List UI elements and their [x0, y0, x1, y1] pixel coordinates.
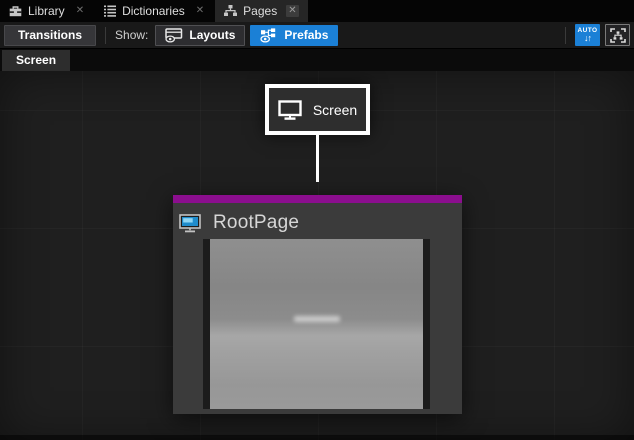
toolbox-icon: [9, 6, 22, 17]
tab-library[interactable]: Library ✕: [0, 0, 95, 22]
page-thumbnail: [203, 239, 430, 409]
thumbnail-text-smudge: [294, 316, 340, 322]
transitions-button[interactable]: Transitions: [4, 25, 96, 46]
breadcrumb-screen-tab[interactable]: Screen: [2, 50, 70, 71]
close-icon[interactable]: ✕: [194, 5, 206, 17]
thumbnail-left-bar: [203, 239, 210, 409]
tab-label: Pages: [243, 4, 277, 18]
thumbnail-image: [210, 239, 423, 409]
card-header: RootPage: [173, 203, 462, 234]
list-icon: [104, 5, 116, 17]
prefabs-label: Prefabs: [284, 28, 328, 42]
tab-dictionaries[interactable]: Dictionaries ✕: [95, 0, 215, 22]
app-window: Library ✕ Dictionaries ✕: [0, 0, 634, 440]
pages-toolbar: Transitions Show: Layouts: [0, 22, 634, 49]
fit-view-icon: [610, 28, 626, 43]
breadcrumb: Screen: [0, 49, 634, 71]
sitemap-icon: [224, 5, 237, 17]
layouts-visibility-icon: [165, 28, 183, 43]
rootpage-card[interactable]: RootPage: [173, 195, 462, 414]
screen-node[interactable]: Screen: [265, 84, 370, 135]
card-title: RootPage: [213, 212, 299, 234]
close-icon[interactable]: ✕: [286, 5, 298, 17]
page-monitor-icon: [179, 214, 201, 233]
toolbar-separator: [565, 27, 566, 44]
show-label: Show:: [115, 28, 148, 42]
monitor-icon: [278, 100, 302, 120]
close-icon[interactable]: ✕: [74, 5, 86, 17]
document-tab-bar: Library ✕ Dictionaries ✕: [0, 0, 634, 22]
toolbar-right-group: AUTO ↓↑: [556, 24, 630, 46]
card-accent-bar: [173, 195, 462, 203]
auto-arrange-button[interactable]: AUTO ↓↑: [575, 24, 600, 46]
tab-pages[interactable]: Pages ✕: [215, 0, 307, 22]
tab-label: Library: [28, 4, 65, 18]
tab-label: Dictionaries: [122, 4, 185, 18]
auto-arrows-icon: ↓↑: [584, 34, 591, 43]
layouts-label: Layouts: [189, 28, 235, 42]
fit-view-button[interactable]: [605, 24, 630, 46]
prefabs-toggle-button[interactable]: Prefabs: [250, 25, 338, 46]
layouts-toggle-button[interactable]: Layouts: [155, 25, 245, 46]
graph-canvas[interactable]: Screen RootPage: [0, 71, 634, 440]
screen-node-label: Screen: [313, 102, 357, 118]
thumbnail-right-bar: [423, 239, 430, 409]
prefabs-visibility-icon: [260, 28, 278, 43]
toolbar-separator: [105, 27, 106, 44]
connector-line: [316, 135, 319, 182]
